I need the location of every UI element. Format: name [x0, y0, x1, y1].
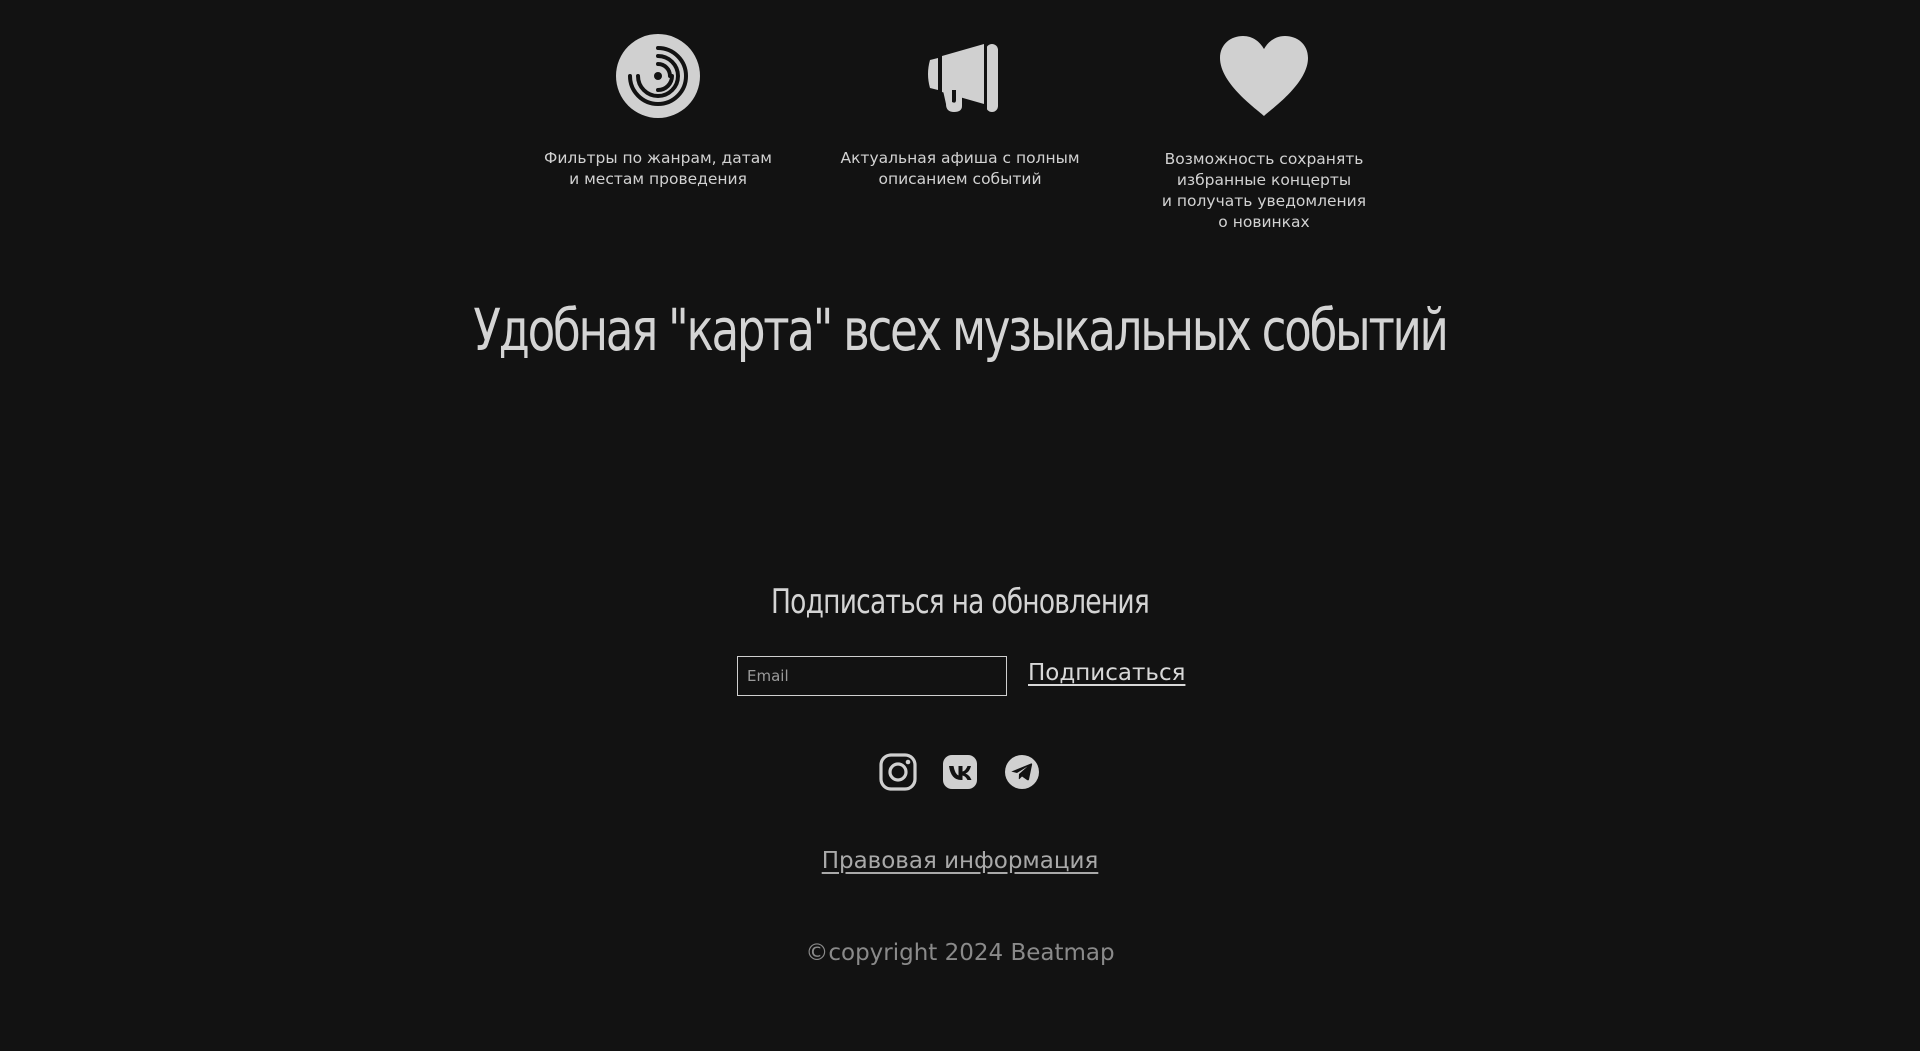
feature-favorites-text: Возможность сохранять избранные концерты…	[1161, 150, 1367, 231]
subscribe-title: Подписаться на обновления	[770, 582, 1150, 622]
page: Фильтры по жанрам, датам и местам провед…	[0, 0, 1920, 1051]
subscribe-button[interactable]: Подписаться	[1028, 660, 1185, 686]
legal-info-link[interactable]: Правовая информация	[822, 848, 1099, 874]
feature-announcements-text: Актуальная афиша с полным описанием собы…	[840, 149, 1080, 188]
telegram-icon[interactable]	[1002, 752, 1042, 792]
instagram-icon[interactable]	[878, 752, 918, 792]
vk-icon[interactable]	[940, 752, 980, 792]
heart-icon	[1220, 36, 1308, 116]
headline: Удобная "карта" всех музыкальных событий	[473, 296, 1449, 364]
legal-info-link-wrap: Правовая информация	[0, 848, 1920, 874]
vinyl-record-icon	[616, 34, 700, 118]
copyright: ©copyright 2024 Beatmap	[805, 940, 1115, 966]
megaphone-icon	[928, 40, 998, 116]
feature-filters-text: Фильтры по жанрам, датам и местам провед…	[544, 149, 772, 188]
feature-favorites: Возможность сохранять избранные концерты…	[1134, 34, 1394, 233]
feature-filters: Фильтры по жанрам, датам и местам провед…	[528, 34, 788, 190]
email-field[interactable]	[737, 656, 1007, 696]
feature-announcements: Актуальная афиша с полным описанием собы…	[830, 34, 1090, 190]
